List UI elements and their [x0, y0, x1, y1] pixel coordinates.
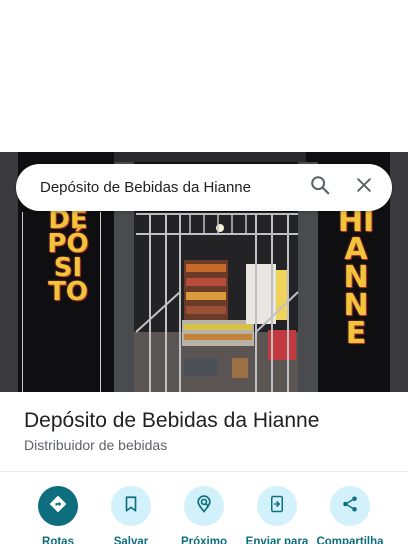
share-button[interactable]: Compartilha [312, 486, 388, 544]
share-icon [341, 495, 359, 518]
divider [0, 471, 408, 472]
directions-icon [48, 494, 68, 519]
save-label: Salvar [113, 536, 149, 544]
save-circle [111, 486, 151, 526]
clear-search-button[interactable] [344, 168, 384, 208]
nearby-label: Próximo [180, 536, 227, 544]
search-button[interactable] [300, 168, 340, 208]
action-row: Rotas Salvar Próximo Enviar para Compart… [0, 486, 408, 544]
send-to-phone-circle [257, 486, 297, 526]
send-to-phone-icon [268, 495, 286, 518]
bookmark-icon [122, 495, 140, 518]
search-input[interactable]: Depósito de Bebidas da Hianne [16, 179, 300, 196]
close-icon [354, 175, 374, 200]
directions-circle [38, 486, 78, 526]
place-category: Distribuidor de bebidas [24, 437, 168, 453]
right-sign-text: HIANNE [337, 204, 375, 351]
nearby-button[interactable]: Próximo [166, 486, 242, 544]
directions-label: Rotas [42, 536, 74, 544]
share-circle [330, 486, 370, 526]
share-label: Compartilha [316, 536, 384, 544]
search-bar[interactable]: Depósito de Bebidas da Hianne [16, 164, 392, 211]
directions-button[interactable]: Rotas [20, 486, 96, 544]
send-to-phone-button[interactable]: Enviar para [239, 486, 315, 544]
search-icon [309, 174, 331, 201]
nearby-icon [194, 494, 214, 519]
nearby-circle [184, 486, 224, 526]
left-sign-text: DEPÓSITO [47, 205, 89, 307]
place-title: Depósito de Bebidas da Hianne [24, 409, 320, 432]
save-button[interactable]: Salvar [93, 486, 169, 544]
send-to-phone-label: Enviar para [245, 536, 309, 544]
place-sheet: DEPÓSITO HIANNE Depósito de Bebidas da H… [0, 0, 408, 544]
